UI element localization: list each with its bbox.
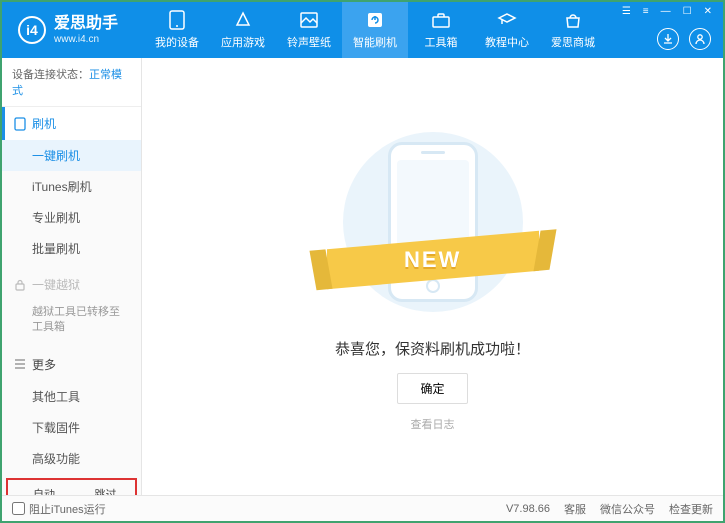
app-icon	[233, 10, 253, 30]
success-message: 恭喜您，保资料刷机成功啦！	[335, 338, 530, 359]
body-area: 设备连接状态：正常模式 刷机 一键刷机 iTunes刷机 专业刷机 批量刷机 一…	[2, 58, 723, 495]
nav-label: 铃声壁纸	[287, 34, 331, 50]
app-url: www.i4.cn	[54, 34, 118, 46]
nav-tabs: 我的设备 应用游戏 铃声壁纸 智能刷机 工具箱 教程中心	[144, 2, 606, 58]
titlebar: i4 爱思助手 www.i4.cn 我的设备 应用游戏 铃声壁纸 智能刷机	[2, 2, 723, 58]
close-icon[interactable]: ✕	[701, 6, 715, 17]
app-window: i4 爱思助手 www.i4.cn 我的设备 应用游戏 铃声壁纸 智能刷机	[0, 0, 725, 523]
phone-icon	[167, 10, 187, 30]
maximize-icon[interactable]: ☐	[680, 6, 695, 17]
version-label: V7.98.66	[506, 503, 550, 515]
nav-label: 我的设备	[155, 34, 199, 50]
nav-label: 爱思商城	[551, 34, 595, 50]
nav-tab-toolbox[interactable]: 工具箱	[408, 2, 474, 58]
nav-tab-flash[interactable]: 智能刷机	[342, 2, 408, 58]
nav-label: 智能刷机	[353, 34, 397, 50]
download-icon[interactable]	[657, 28, 679, 50]
list-icon	[14, 359, 26, 369]
nav-tab-ringtone[interactable]: 铃声壁纸	[276, 2, 342, 58]
connection-status: 设备连接状态：正常模式	[2, 58, 141, 107]
sidebar-item-advanced[interactable]: 高级功能	[2, 443, 141, 474]
service-link[interactable]: 客服	[564, 501, 586, 517]
sidebar-item-download-firmware[interactable]: 下载固件	[2, 412, 141, 443]
user-icon[interactable]	[689, 28, 711, 50]
ok-button[interactable]: 确定	[397, 373, 467, 404]
nav-tab-apps[interactable]: 应用游戏	[210, 2, 276, 58]
logo-area: i4 爱思助手 www.i4.cn	[2, 14, 134, 45]
pin-icon[interactable]: ≡	[640, 6, 652, 17]
success-illustration: NEW	[333, 122, 533, 322]
wallpaper-icon	[299, 10, 319, 30]
flash-icon	[365, 10, 385, 30]
titlebar-right-icons	[657, 28, 711, 50]
nav-tab-store[interactable]: 爱思商城	[540, 2, 606, 58]
jailbreak-note: 越狱工具已转移至 工具箱	[2, 301, 141, 344]
menu-icon[interactable]: ☰	[619, 6, 634, 17]
logo-icon: i4	[18, 16, 46, 44]
sidebar: 设备连接状态：正常模式 刷机 一键刷机 iTunes刷机 专业刷机 批量刷机 一…	[2, 58, 142, 495]
statusbar: 阻止iTunes运行 V7.98.66 客服 微信公众号 检查更新	[2, 495, 723, 521]
nav-label: 应用游戏	[221, 34, 265, 50]
sidebar-header-flash[interactable]: 刷机	[2, 107, 141, 140]
store-icon	[563, 10, 583, 30]
phone-small-icon	[14, 117, 26, 131]
lock-icon	[14, 279, 26, 291]
sidebar-header-more[interactable]: 更多	[2, 348, 141, 381]
tutorial-icon	[497, 10, 517, 30]
window-controls: ☰ ≡ — ☐ ✕	[619, 6, 715, 17]
nav-tab-tutorial[interactable]: 教程中心	[474, 2, 540, 58]
nav-label: 教程中心	[485, 34, 529, 50]
check-update-link[interactable]: 检查更新	[669, 501, 713, 517]
main-content: NEW 恭喜您，保资料刷机成功啦！ 确定 查看日志	[142, 58, 723, 495]
nav-label: 工具箱	[425, 34, 458, 50]
minimize-icon[interactable]: —	[658, 6, 674, 17]
sidebar-item-oneclick-flash[interactable]: 一键刷机	[2, 140, 141, 171]
sidebar-header-jailbreak: 一键越狱	[2, 268, 141, 301]
wechat-link[interactable]: 微信公众号	[600, 501, 655, 517]
sidebar-item-other-tools[interactable]: 其他工具	[2, 381, 141, 412]
sidebar-item-pro-flash[interactable]: 专业刷机	[2, 202, 141, 233]
app-name: 爱思助手	[54, 14, 118, 33]
toolbox-icon	[431, 10, 451, 30]
view-log-link[interactable]: 查看日志	[411, 416, 455, 432]
sidebar-item-batch-flash[interactable]: 批量刷机	[2, 233, 141, 264]
block-itunes-checkbox[interactable]: 阻止iTunes运行	[12, 501, 106, 517]
nav-tab-device[interactable]: 我的设备	[144, 2, 210, 58]
sidebar-item-itunes-flash[interactable]: iTunes刷机	[2, 171, 141, 202]
